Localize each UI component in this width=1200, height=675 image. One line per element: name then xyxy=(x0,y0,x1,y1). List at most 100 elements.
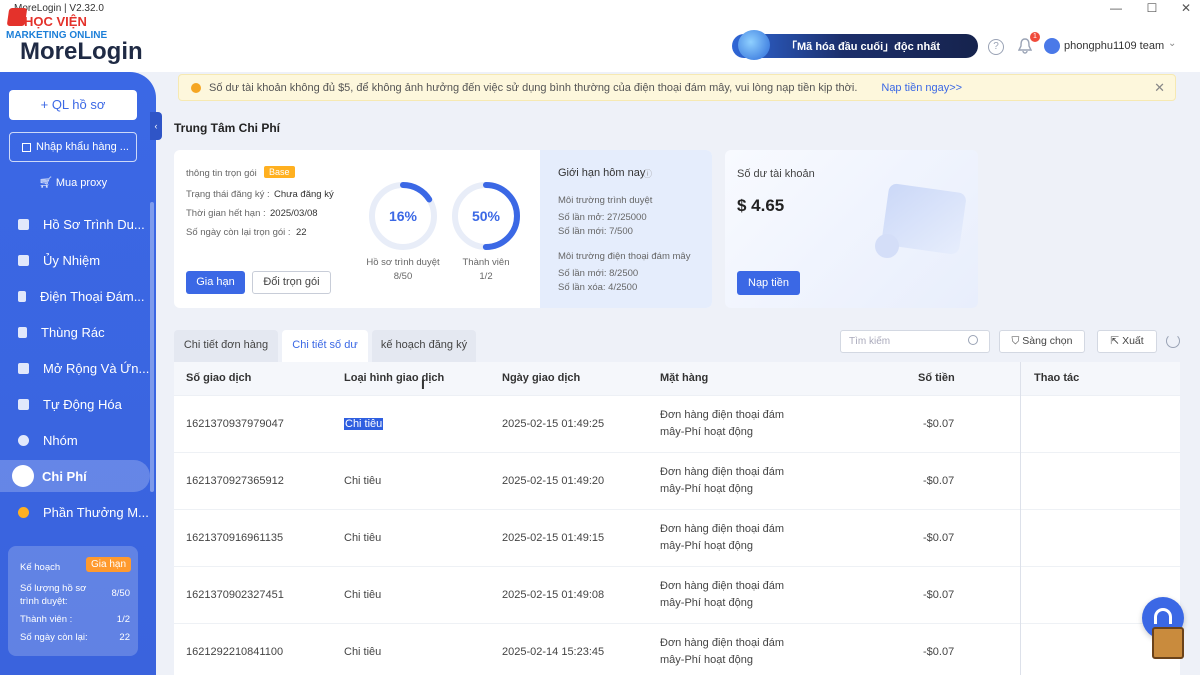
column-header: Thao tác xyxy=(1034,372,1080,384)
browser-new-count: Số lần mới: 7/500 xyxy=(558,226,633,237)
robot-icon xyxy=(18,398,29,410)
sidebar-item-group[interactable]: Nhóm xyxy=(0,424,150,456)
sidebar-item-label: Mở Rộng Và Ứn... xyxy=(43,360,150,376)
column-header: Số giao dịch xyxy=(186,372,252,384)
filter-button[interactable]: ⛉ Sàng chọn xyxy=(999,330,1085,353)
page-title: Trung Tâm Chi Phí xyxy=(174,121,281,135)
table-row[interactable]: 1621370927365912 Chi tiêu 2025-02-15 01:… xyxy=(174,453,1180,510)
balance-label: Số dư tài khoản xyxy=(737,168,815,180)
table-row[interactable]: 1621370916961135 Chi tiêu 2025-02-15 01:… xyxy=(174,510,1180,567)
plan-members-row: Thành viên : 1/2 xyxy=(20,614,130,625)
transaction-amount: -$0.07 xyxy=(923,475,955,487)
table-row[interactable]: 1621370937979047 Chi tiêu 2025-02-15 01:… xyxy=(174,396,1180,453)
search-icon[interactable] xyxy=(968,335,978,345)
sidebar-item-cost[interactable]: Chi Phí xyxy=(0,460,150,492)
plan-days-value: 22 xyxy=(119,632,130,643)
transaction-amount: -$0.07 xyxy=(923,532,955,544)
promo-banner[interactable]: 「Mã hóa đầu cuối」độc nhất xyxy=(732,30,978,60)
notification-badge: 1 xyxy=(1030,32,1040,42)
sidebar-item-trash[interactable]: Thùng Rác xyxy=(0,316,150,348)
plan-renew-button[interactable]: Gia hạn xyxy=(86,557,132,572)
table-header: Số giao dịch Loại hình giao dịch Ngày gi… xyxy=(174,362,1180,396)
column-header: Ngày giao dịch xyxy=(502,372,581,384)
sidebar-item-proxy[interactable]: Ủy Nhiệm xyxy=(0,244,150,276)
maximize-icon[interactable]: ☐ xyxy=(1142,1,1162,15)
sidebar-item-label: Ủy Nhiệm xyxy=(43,252,101,268)
window-titlebar: MoreLogin | V2.32.0 — ☐ ✕ xyxy=(0,0,1200,18)
import-label: Nhập khẩu hàng ... xyxy=(36,141,129,153)
coin-illustration xyxy=(875,234,899,258)
sidebar-item-cloud-phone[interactable]: Điện Thoại Đám... xyxy=(0,280,150,312)
buy-proxy-link[interactable]: 🛒︎ Mua proxy xyxy=(0,176,146,189)
warning-icon xyxy=(191,82,201,93)
import-icon xyxy=(22,142,31,152)
status-label: Trạng thái đăng ký : xyxy=(186,189,270,200)
export-button[interactable]: ⇱ Xuất xyxy=(1097,330,1157,353)
transaction-type: Chi tiêu xyxy=(344,646,382,658)
change-plan-button[interactable]: Đổi trọn gói xyxy=(252,271,331,294)
plan-summary: Kế hoạch Gia hạn Số lượng hồ sơ trình du… xyxy=(8,546,138,656)
table-row[interactable]: 1621292210841100 Chi tiêu 2025-02-14 15:… xyxy=(174,624,1180,675)
avatar[interactable] xyxy=(1044,38,1060,54)
user-name[interactable]: phongphu1109 team xyxy=(1064,40,1164,52)
sidebar-item-label: Nhóm xyxy=(43,432,78,448)
puzzle-icon xyxy=(18,362,29,374)
tab-balance-details[interactable]: Chi tiết số dư xyxy=(282,330,368,362)
topup-button[interactable]: Nạp tiền xyxy=(737,271,800,295)
watermark-line2: MARKETING ONLINE xyxy=(6,30,108,41)
transaction-date: 2025-02-14 15:23:45 xyxy=(502,646,605,658)
expiry-label: Thời gian hết hạn : xyxy=(186,208,266,219)
sidebar-item-label: Điện Thoại Đám... xyxy=(40,288,145,304)
sidebar: + QL hồ sơ Nhập khẩu hàng ... 🛒︎ Mua pro… xyxy=(0,72,156,675)
topup-now-link[interactable]: Nạp tiền ngay>> xyxy=(881,82,962,94)
transaction-type: Chi tiêu xyxy=(344,418,384,430)
help-icon[interactable]: ? xyxy=(988,39,1004,55)
members-gauge-sub: 1/2 xyxy=(479,271,493,282)
selected-text: Chi tiêu xyxy=(344,418,384,430)
profiles-gauge-value: 16% xyxy=(388,208,418,224)
close-icon[interactable]: ✕ xyxy=(1154,80,1165,96)
import-button[interactable]: Nhập khẩu hàng ... xyxy=(9,132,137,162)
bell-icon[interactable] xyxy=(1018,38,1032,54)
transaction-type: Chi tiêu xyxy=(344,532,382,544)
sidebar-item-extensions[interactable]: Mở Rộng Và Ứn... xyxy=(0,352,150,384)
sidebar-item-label: Tự Động Hóa xyxy=(43,396,122,412)
sidebar-collapse-button[interactable]: ‹ xyxy=(150,112,162,140)
column-header: Loại hình giao dịch xyxy=(344,372,445,384)
sidebar-item-automation[interactable]: Tự Động Hóa xyxy=(0,388,150,420)
plan-members-value: 1/2 xyxy=(116,614,130,625)
transaction-item: Đơn hàng điện thoại đám mây-Phí hoạt độn… xyxy=(660,523,785,552)
sidebar-item-profiles[interactable]: Hồ Sơ Trình Du... xyxy=(0,208,150,240)
group-icon xyxy=(18,434,29,446)
tab-order-details[interactable]: Chi tiết đơn hàng xyxy=(174,330,278,362)
column-header: Số tiền xyxy=(918,372,955,384)
sidebar-scrollbar[interactable] xyxy=(150,202,154,492)
actions-column-divider xyxy=(1020,362,1021,675)
transaction-date: 2025-02-15 01:49:25 xyxy=(502,418,605,430)
close-icon[interactable]: ✕ xyxy=(1176,1,1196,15)
buy-proxy-label: Mua proxy xyxy=(55,177,108,189)
plan-profiles-label: Số lượng hồ sơ trình duyệt: xyxy=(20,583,87,607)
proxy-icon xyxy=(18,254,29,266)
limits-title: Giới hạn hôm nay xyxy=(558,167,646,179)
days-left-value: 22 xyxy=(296,227,307,238)
cart-icon: 🛒︎ xyxy=(38,177,53,189)
package-badge: Base xyxy=(264,166,295,178)
plan-title: Kế hoạch xyxy=(20,562,61,573)
transaction-id: 1621370927365912 xyxy=(186,475,284,487)
add-profile-button[interactable]: + QL hồ sơ xyxy=(9,90,137,120)
minimize-icon[interactable]: — xyxy=(1106,1,1126,15)
treasure-chest-icon[interactable] xyxy=(1152,627,1184,659)
refresh-icon[interactable] xyxy=(1166,334,1180,348)
renew-button[interactable]: Gia hạn xyxy=(186,271,245,294)
chevron-down-icon[interactable]: ⌄ xyxy=(1168,38,1176,49)
table-row[interactable]: 1621370902327451 Chi tiêu 2025-02-15 01:… xyxy=(174,567,1180,624)
transaction-date: 2025-02-15 01:49:15 xyxy=(502,532,605,544)
filter-icon: ⛉ xyxy=(1011,335,1020,347)
sidebar-item-rewards[interactable]: Phần Thưởng M... xyxy=(0,496,150,528)
info-icon[interactable]: ⓘ xyxy=(643,167,652,180)
sidebar-item-label: Thùng Rác xyxy=(41,324,105,340)
cost-icon xyxy=(12,465,34,487)
sidebar-item-label: Chi Phí xyxy=(42,468,87,484)
tab-subscription-plan[interactable]: kế hoạch đăng ký xyxy=(372,330,476,362)
